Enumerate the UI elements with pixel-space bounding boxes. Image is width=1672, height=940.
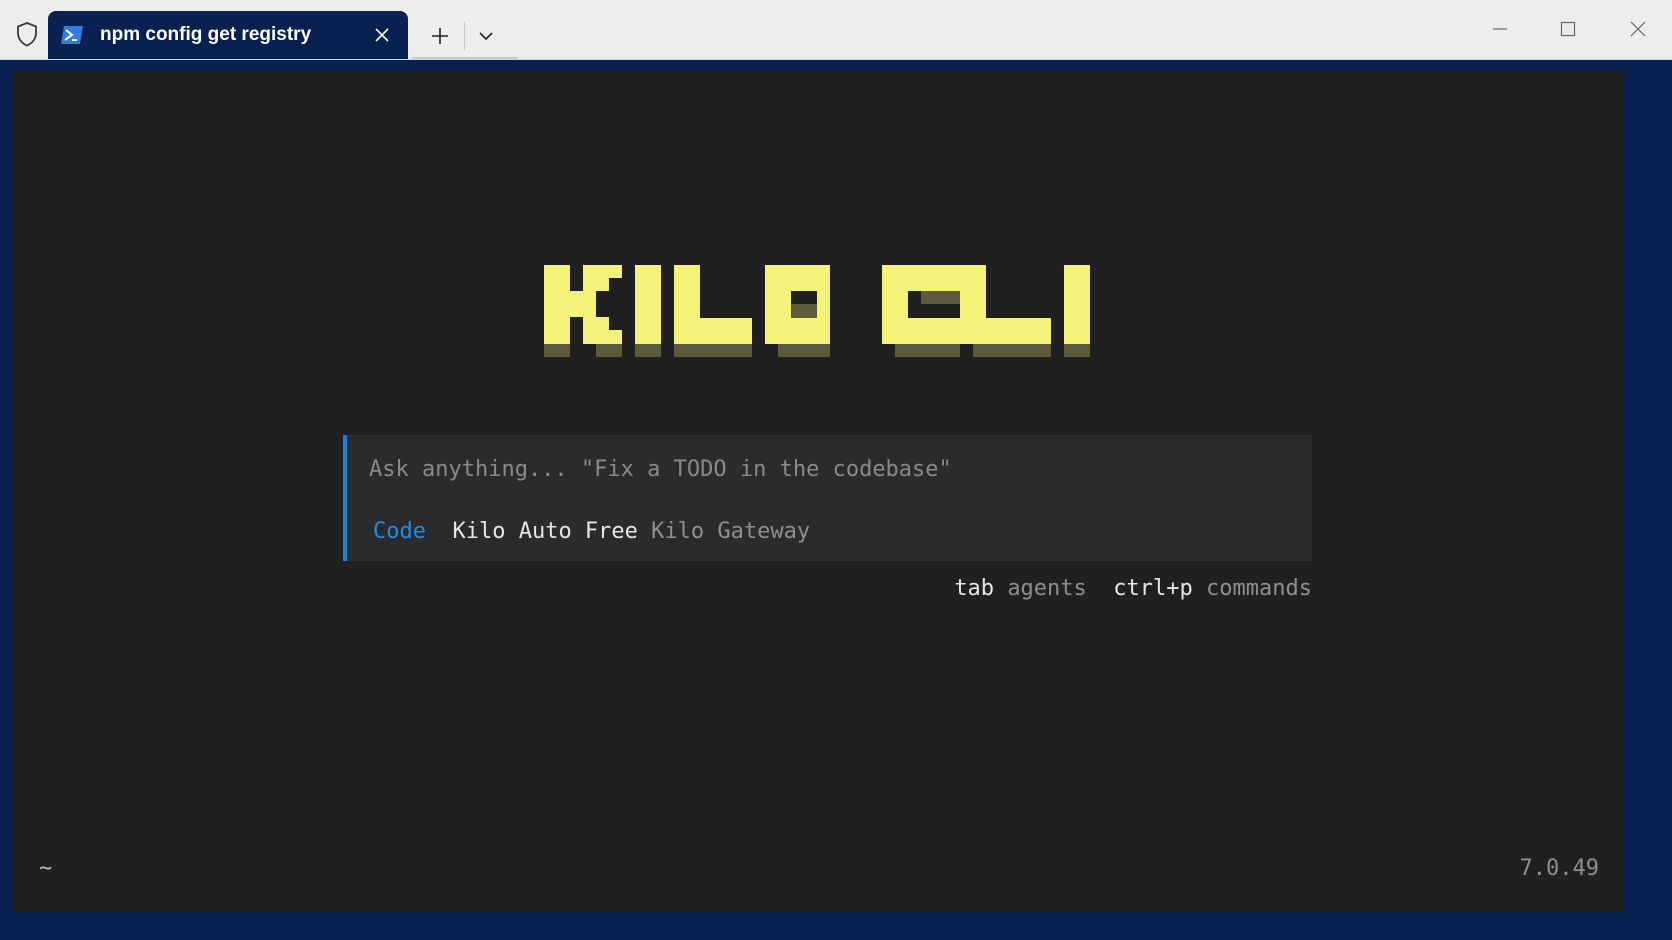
minimize-icon[interactable]	[1470, 8, 1530, 50]
tab-active[interactable]: npm config get registry	[48, 11, 408, 59]
title-bar: npm config get registry	[0, 0, 1672, 60]
agent-mode[interactable]: Code	[373, 519, 426, 544]
prompt-input[interactable]	[369, 457, 1289, 482]
tab-separator	[464, 22, 465, 50]
shield-icon[interactable]	[12, 18, 42, 50]
version-label: 7.0.49	[1519, 856, 1599, 881]
close-window-icon[interactable]	[1608, 8, 1668, 50]
maximize-icon[interactable]	[1538, 8, 1598, 50]
hint-key: ctrl+p	[1113, 576, 1193, 601]
kilo-cli-logo	[544, 265, 1090, 357]
powershell-icon	[60, 25, 84, 45]
terminal-pane[interactable]: Code Kilo Auto Free Kilo Gateway tab age…	[13, 72, 1624, 912]
hint-key: tab	[954, 576, 995, 601]
tabstrip-divider	[412, 57, 518, 59]
keyboard-hints: tab agents ctrl+p commands	[954, 576, 1312, 601]
close-icon[interactable]	[370, 23, 394, 47]
prompt-box[interactable]: Code Kilo Auto Free Kilo Gateway	[343, 435, 1312, 561]
plus-icon[interactable]	[424, 20, 456, 52]
model-name[interactable]: Kilo Auto Free	[452, 519, 637, 544]
chevron-down-icon[interactable]	[470, 20, 502, 52]
hint-label: commands	[1206, 576, 1312, 601]
hint-label: agents	[1007, 576, 1087, 601]
prompt-status-row: Code Kilo Auto Free Kilo Gateway	[373, 519, 810, 544]
current-directory: ~	[39, 856, 53, 881]
tab-title: npm config get registry	[100, 24, 312, 45]
provider-name: Kilo Gateway	[651, 519, 811, 544]
